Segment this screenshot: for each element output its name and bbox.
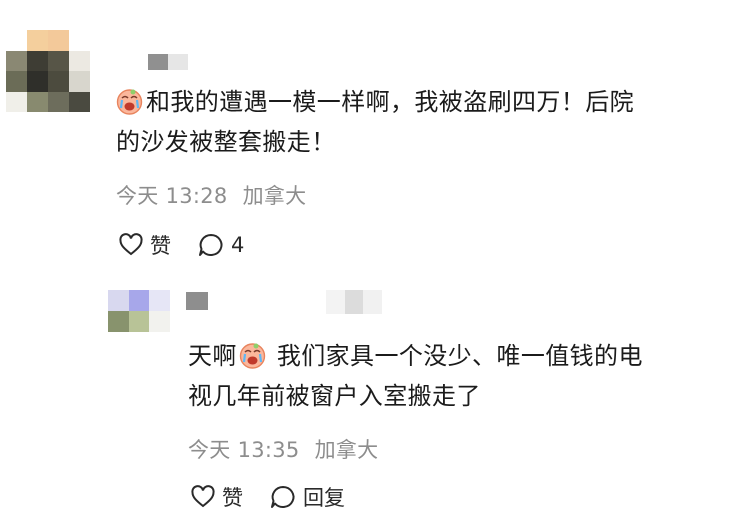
- comment-actions: 赞 4: [118, 230, 270, 260]
- mosaic-cell: [27, 71, 48, 92]
- comment-meta: 今天 13:28 加拿大: [116, 180, 306, 210]
- reply-prefix: 天啊: [188, 342, 237, 370]
- reply-button[interactable]: 回复: [269, 482, 345, 512]
- reply-label: 回复: [303, 486, 345, 510]
- comment-location: 加拿大: [242, 184, 307, 208]
- mosaic-cell: [69, 91, 90, 112]
- heart-icon: [119, 233, 143, 256]
- comment-text: 和我的遭遇一模一样啊，我被盗刷四万！后院 的沙发被整套搬走！: [116, 82, 736, 162]
- mosaic-cell: [6, 30, 27, 51]
- comment-line-1-text: 和我的遭遇一模一样啊，我被盗刷四万！后院: [146, 88, 634, 116]
- mosaic-cell: [128, 311, 150, 332]
- avatar[interactable]: [6, 30, 90, 112]
- mosaic-cell: [48, 91, 69, 112]
- mosaic-cell: [27, 91, 48, 112]
- mosaic-cell: [48, 71, 69, 92]
- like-button[interactable]: 赞: [118, 230, 171, 260]
- reply-actions: 赞 回复: [190, 482, 371, 512]
- mosaic-cell: [108, 290, 129, 311]
- reply-avatar[interactable]: [108, 290, 170, 332]
- comment-bubble-icon: [199, 234, 223, 256]
- mosaic-cell: [69, 71, 90, 92]
- mosaic-cell: [27, 30, 48, 51]
- mosaic-cell: [149, 311, 170, 332]
- mosaic-cell: [128, 290, 150, 311]
- crying-face-emoji-icon: [239, 341, 266, 369]
- crying-face-emoji-icon: [116, 87, 143, 115]
- reply-to-username-obscured[interactable]: [326, 290, 382, 314]
- mosaic-cell: [149, 290, 170, 311]
- mosaic-cell: [48, 30, 69, 51]
- reply-username-obscured[interactable]: [186, 292, 208, 310]
- reply-meta: 今天 13:35 加拿大: [188, 434, 378, 464]
- mosaic-cell: [69, 50, 90, 71]
- username-obscured[interactable]: [148, 54, 188, 70]
- mosaic-cell: [69, 30, 90, 51]
- mosaic-cell: [6, 50, 27, 71]
- mosaic-cell: [6, 71, 27, 92]
- reply-line-1: 天啊 我们家具一个没少、唯一值钱的电: [188, 336, 748, 376]
- reply-time: 今天 13:35: [188, 438, 300, 462]
- mosaic-cell: [48, 50, 69, 71]
- mosaic-cell: [108, 311, 129, 332]
- mosaic-cell: [6, 91, 27, 112]
- comment-time: 今天 13:28: [116, 184, 228, 208]
- reply-count-button[interactable]: 4: [197, 232, 244, 258]
- reply-like-label: 赞: [222, 486, 243, 510]
- reply-like-button[interactable]: 赞: [190, 482, 243, 512]
- comment-bubble-icon: [271, 486, 295, 508]
- comment-line-1: 和我的遭遇一模一样啊，我被盗刷四万！后院: [116, 82, 736, 122]
- heart-icon: [191, 485, 215, 508]
- reply-line-2: 视几年前被窗户入室搬走了: [188, 382, 481, 410]
- comment-line-2: 的沙发被整套搬走！: [116, 128, 336, 156]
- reply-count: 4: [231, 233, 245, 257]
- mosaic-cell: [27, 50, 48, 71]
- reply-text: 天啊 我们家具一个没少、唯一值钱的电 视几年前被窗户入室搬走了: [188, 336, 748, 416]
- reply-location: 加拿大: [314, 438, 379, 462]
- like-label: 赞: [150, 234, 171, 258]
- reply-line-1-text: 我们家具一个没少、唯一值钱的电: [268, 342, 643, 370]
